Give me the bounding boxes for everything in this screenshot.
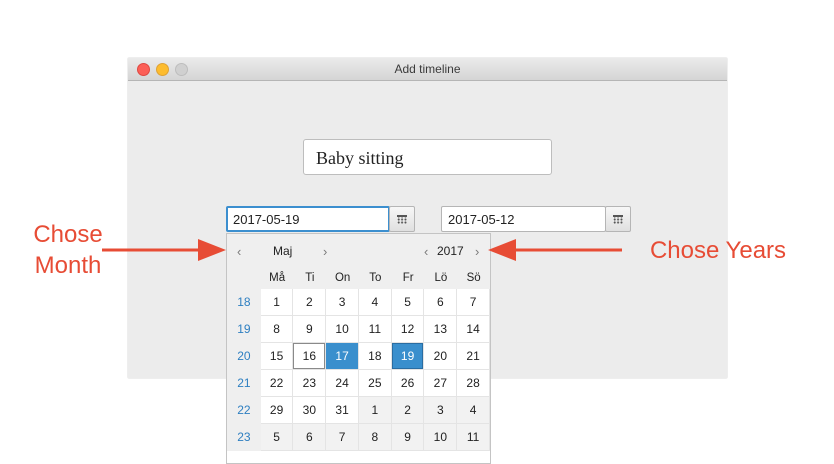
week-number: 22: [227, 397, 261, 424]
calendar-day[interactable]: 9: [293, 316, 327, 343]
year-label: 2017: [437, 244, 464, 258]
arrow-to-month: [102, 239, 226, 261]
week-number: 23: [227, 424, 261, 451]
calendar-day[interactable]: 4: [457, 397, 490, 424]
weekday-header: Sö: [466, 272, 481, 284]
calendar-day[interactable]: 15: [260, 343, 294, 370]
window-title: Add timeline: [394, 62, 461, 76]
calendar-day[interactable]: 28: [457, 370, 490, 397]
calendar-day[interactable]: 2: [293, 289, 327, 316]
calendar-day[interactable]: 30: [293, 397, 327, 424]
calendar-day[interactable]: 7: [457, 289, 490, 316]
month-label: Maj: [273, 244, 293, 258]
prev-month-arrow[interactable]: ‹: [237, 244, 241, 259]
calendar-day[interactable]: 1: [358, 397, 392, 424]
weekday-header-row: Må Ti On To Fr Lö Sö: [227, 267, 490, 289]
start-calendar-button[interactable]: [389, 206, 415, 232]
calendar-day[interactable]: 4: [358, 289, 392, 316]
weekday-header: Må: [269, 272, 286, 284]
calendar-day[interactable]: 13: [424, 316, 458, 343]
weekday-header: Fr: [402, 272, 414, 284]
weekday-header: To: [369, 272, 382, 284]
timeline-name-input[interactable]: Baby sitting: [303, 139, 552, 175]
calendar-day[interactable]: 29: [260, 397, 294, 424]
weekday-header: Lö: [434, 272, 448, 284]
calendar-day[interactable]: 6: [424, 289, 458, 316]
calendar-day[interactable]: 9: [391, 424, 425, 451]
next-year-arrow[interactable]: ›: [475, 244, 479, 259]
calendar-week-row: 18 1 2 3 4 5 6 7: [227, 289, 490, 316]
end-date-input[interactable]: 2017-05-12: [441, 206, 606, 232]
calendar-day[interactable]: 3: [424, 397, 458, 424]
calendar-week-row: 19 8 9 10 11 12 13 14: [227, 316, 490, 343]
prev-year-arrow[interactable]: ‹: [424, 244, 428, 259]
datepicker-popup: ‹ Maj › ‹ 2017 › Må Ti On To Fr Lö Sö 18 1 2 3 4 5 6…: [226, 233, 491, 464]
end-date-picker: 2017-05-12: [441, 206, 631, 232]
calendar-day[interactable]: 23: [293, 370, 327, 397]
calendar-day[interactable]: 20: [424, 343, 458, 370]
calendar-day[interactable]: 31: [326, 397, 359, 424]
week-number: 20: [227, 343, 261, 370]
calendar-day[interactable]: 3: [326, 289, 359, 316]
calendar-day[interactable]: 26: [391, 370, 425, 397]
start-date-input[interactable]: 2017-05-19: [226, 206, 390, 232]
calendar-day[interactable]: 27: [424, 370, 458, 397]
calendar-day[interactable]: 16: [293, 343, 327, 370]
calendar-week-row: 21 22 23 24 25 26 27 28: [227, 370, 490, 397]
week-number-header: [227, 267, 261, 289]
week-number: 21: [227, 370, 261, 397]
week-number: 19: [227, 316, 261, 343]
calendar-day[interactable]: 18: [358, 343, 392, 370]
weekday-header: On: [334, 272, 351, 284]
calendar-day[interactable]: 8: [260, 316, 294, 343]
calendar-day[interactable]: 6: [293, 424, 327, 451]
calendar-icon: [613, 215, 623, 224]
calendar-week-row: 23 5 6 7 8 9 10 11: [227, 424, 490, 451]
datepicker-header: ‹ Maj › ‹ 2017 ›: [227, 234, 490, 267]
calendar-day[interactable]: 11: [358, 316, 392, 343]
next-month-arrow[interactable]: ›: [323, 244, 327, 259]
calendar-day[interactable]: 24: [326, 370, 359, 397]
annotation-chose-years: Chose Years: [649, 237, 787, 264]
calendar-day[interactable]: 22: [260, 370, 294, 397]
calendar-icon: [397, 215, 407, 224]
calendar-day[interactable]: 5: [391, 289, 425, 316]
calendar-day[interactable]: 11: [457, 424, 490, 451]
calendar-grid: 18 1 2 3 4 5 6 7 19 8 9 10 11 12 13 14 20 15 16 17 18 19 20 21 2…: [227, 289, 490, 451]
calendar-day[interactable]: 7: [326, 424, 359, 451]
calendar-day[interactable]: 10: [424, 424, 458, 451]
calendar-day[interactable]: 21: [457, 343, 490, 370]
title-bar: Add timeline: [128, 58, 727, 81]
start-date-picker: 2017-05-19: [226, 206, 415, 232]
calendar-day[interactable]: 5: [260, 424, 294, 451]
calendar-week-row: 20 15 16 17 18 19 20 21: [227, 343, 490, 370]
arrow-to-year: [488, 239, 622, 261]
calendar-day[interactable]: 8: [358, 424, 392, 451]
calendar-day[interactable]: 1: [260, 289, 294, 316]
calendar-day[interactable]: 12: [391, 316, 425, 343]
calendar-day[interactable]: 19: [391, 343, 425, 370]
calendar-day[interactable]: 10: [326, 316, 359, 343]
calendar-day[interactable]: 17: [326, 343, 359, 370]
calendar-week-row: 22 29 30 31 1 2 3 4: [227, 397, 490, 424]
calendar-day[interactable]: 25: [358, 370, 392, 397]
week-number: 18: [227, 289, 261, 316]
calendar-day[interactable]: 2: [391, 397, 425, 424]
calendar-day[interactable]: 14: [457, 316, 490, 343]
weekday-header: Ti: [305, 272, 315, 284]
end-calendar-button[interactable]: [605, 206, 631, 232]
